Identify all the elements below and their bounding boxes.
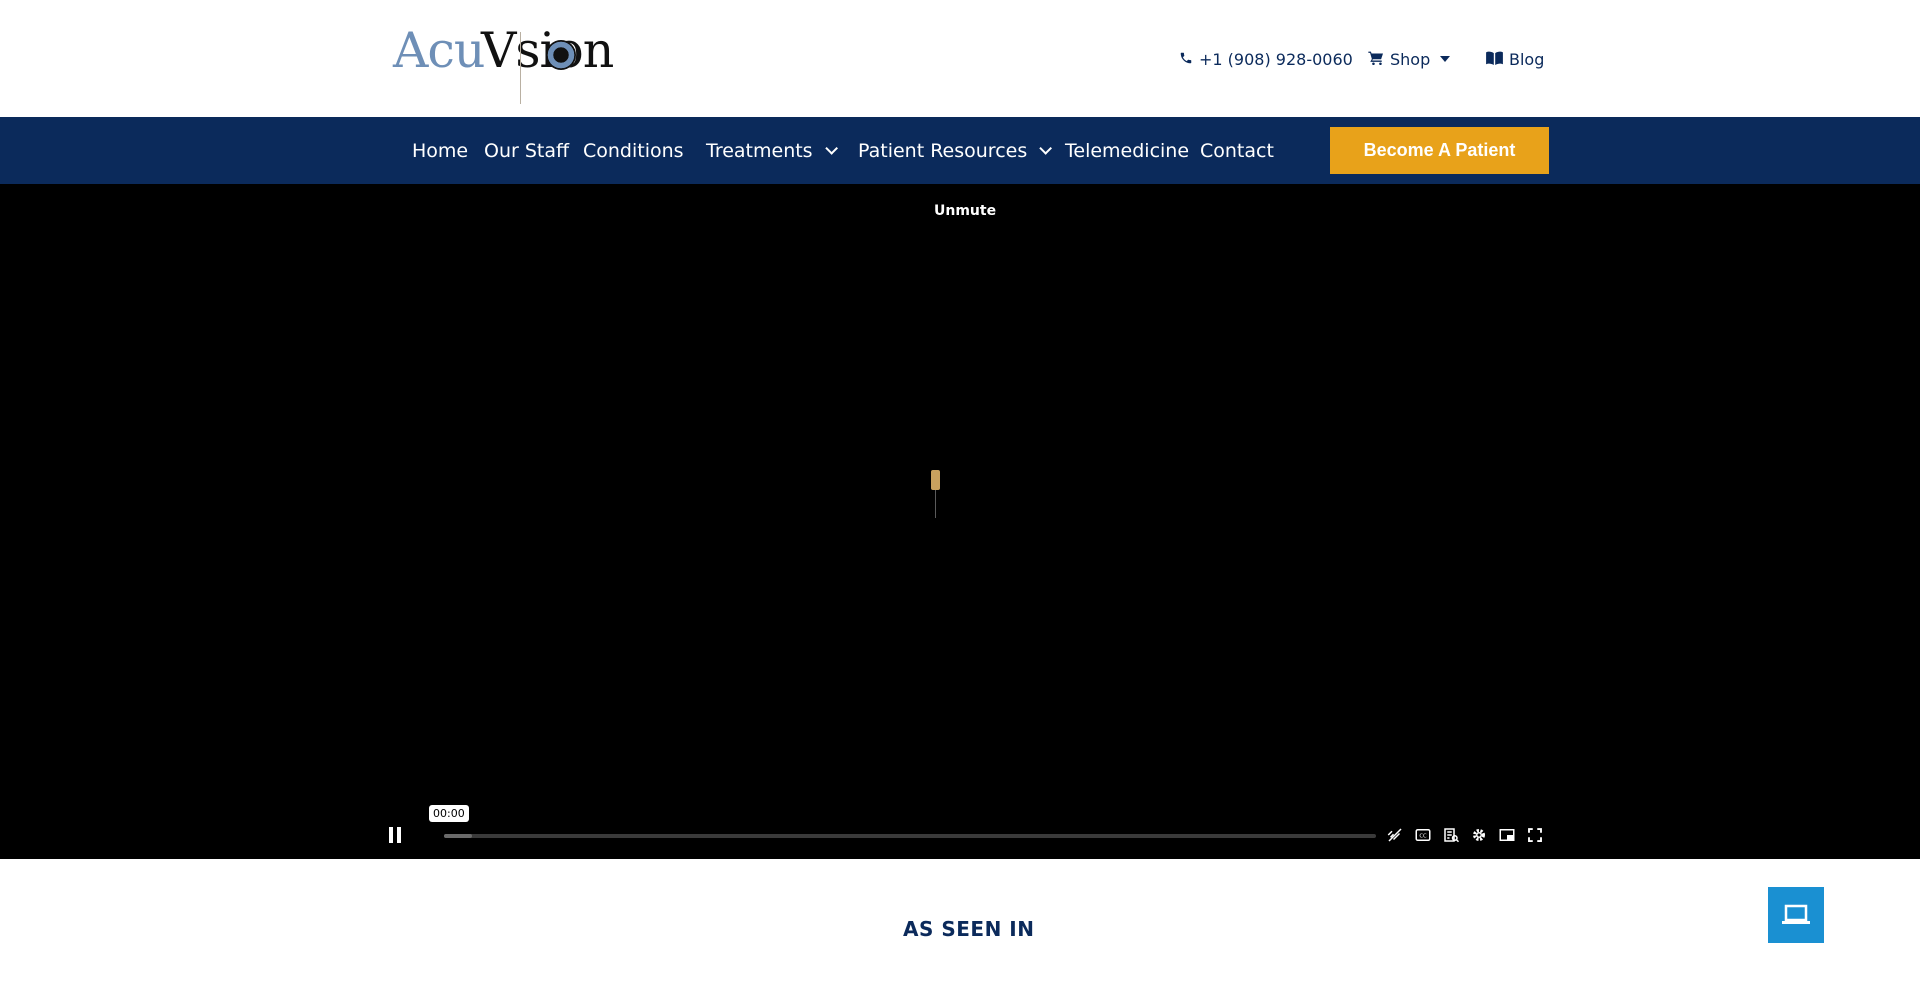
main-navigation: Home Our Staff Conditions Treatments Pat… [0,117,1920,184]
svg-text:CC: CC [1419,834,1427,840]
nav-home-label: Home [412,139,469,162]
acuvision-logo[interactable]: Acu Vsion [393,22,633,104]
progress-bar[interactable] [444,834,1376,838]
nav-contact-label: Contact [1200,139,1274,162]
pause-icon-bar [397,827,401,843]
nav-conditions-label: Conditions [583,139,684,162]
top-header: Acu Vsion +1 (908) 928-0060 Shop Blog [0,0,1920,117]
chevron-down-icon [1440,56,1451,62]
volume-muted-icon[interactable] [1386,826,1404,844]
become-a-patient-button[interactable]: Become A Patient [1330,127,1549,174]
shop-label: Shop [1390,49,1431,69]
acupuncture-needle-image [930,470,940,518]
nav-contact[interactable]: Contact [1200,117,1274,184]
nav-patient-resources-label: Patient Resources [858,139,1028,162]
nav-patient-resources[interactable]: Patient Resources [858,117,1053,184]
gear-icon[interactable] [1470,826,1488,844]
as-seen-in-heading: AS SEEN IN [903,917,1035,941]
blog-label: Blog [1509,49,1545,69]
pause-button[interactable] [389,827,403,843]
logo-needle-icon [520,32,521,104]
book-icon [1486,50,1503,69]
nav-our-staff-label: Our Staff [484,139,570,162]
shop-menu[interactable]: Shop [1368,48,1451,70]
phone-icon [1179,50,1193,69]
logo-eye-icon [546,40,576,70]
nav-home[interactable]: Home [412,117,468,184]
nav-treatments[interactable]: Treatments [706,117,838,184]
time-tooltip: 00:00 [429,805,469,822]
logo-acu-text: Acu [393,22,485,79]
captions-icon[interactable]: CC [1414,826,1432,844]
cart-icon [1368,50,1384,69]
blog-link[interactable]: Blog [1486,48,1544,70]
laptop-icon [1782,904,1810,924]
chevron-down-icon [1039,142,1053,155]
needle-handle [931,470,940,490]
video-player[interactable] [0,184,1920,859]
nav-our-staff[interactable]: Our Staff [484,117,569,184]
phone-number: +1 (908) 928-0060 [1199,49,1353,69]
nav-treatments-label: Treatments [706,139,813,162]
pause-icon [389,827,393,843]
progress-fill [444,834,472,838]
telemedicine-floating-button[interactable] [1768,887,1824,943]
picture-in-picture-icon[interactable] [1498,826,1516,844]
transcript-icon[interactable] [1442,826,1460,844]
nav-telemedicine-label: Telemedicine [1065,139,1190,162]
nav-telemedicine[interactable]: Telemedicine [1065,117,1189,184]
needle-shaft [935,490,936,518]
unmute-button[interactable]: Unmute [934,203,996,219]
phone-link[interactable]: +1 (908) 928-0060 [1179,48,1353,70]
chevron-down-icon [824,142,838,155]
fullscreen-icon[interactable] [1526,826,1544,844]
nav-conditions[interactable]: Conditions [583,117,684,184]
